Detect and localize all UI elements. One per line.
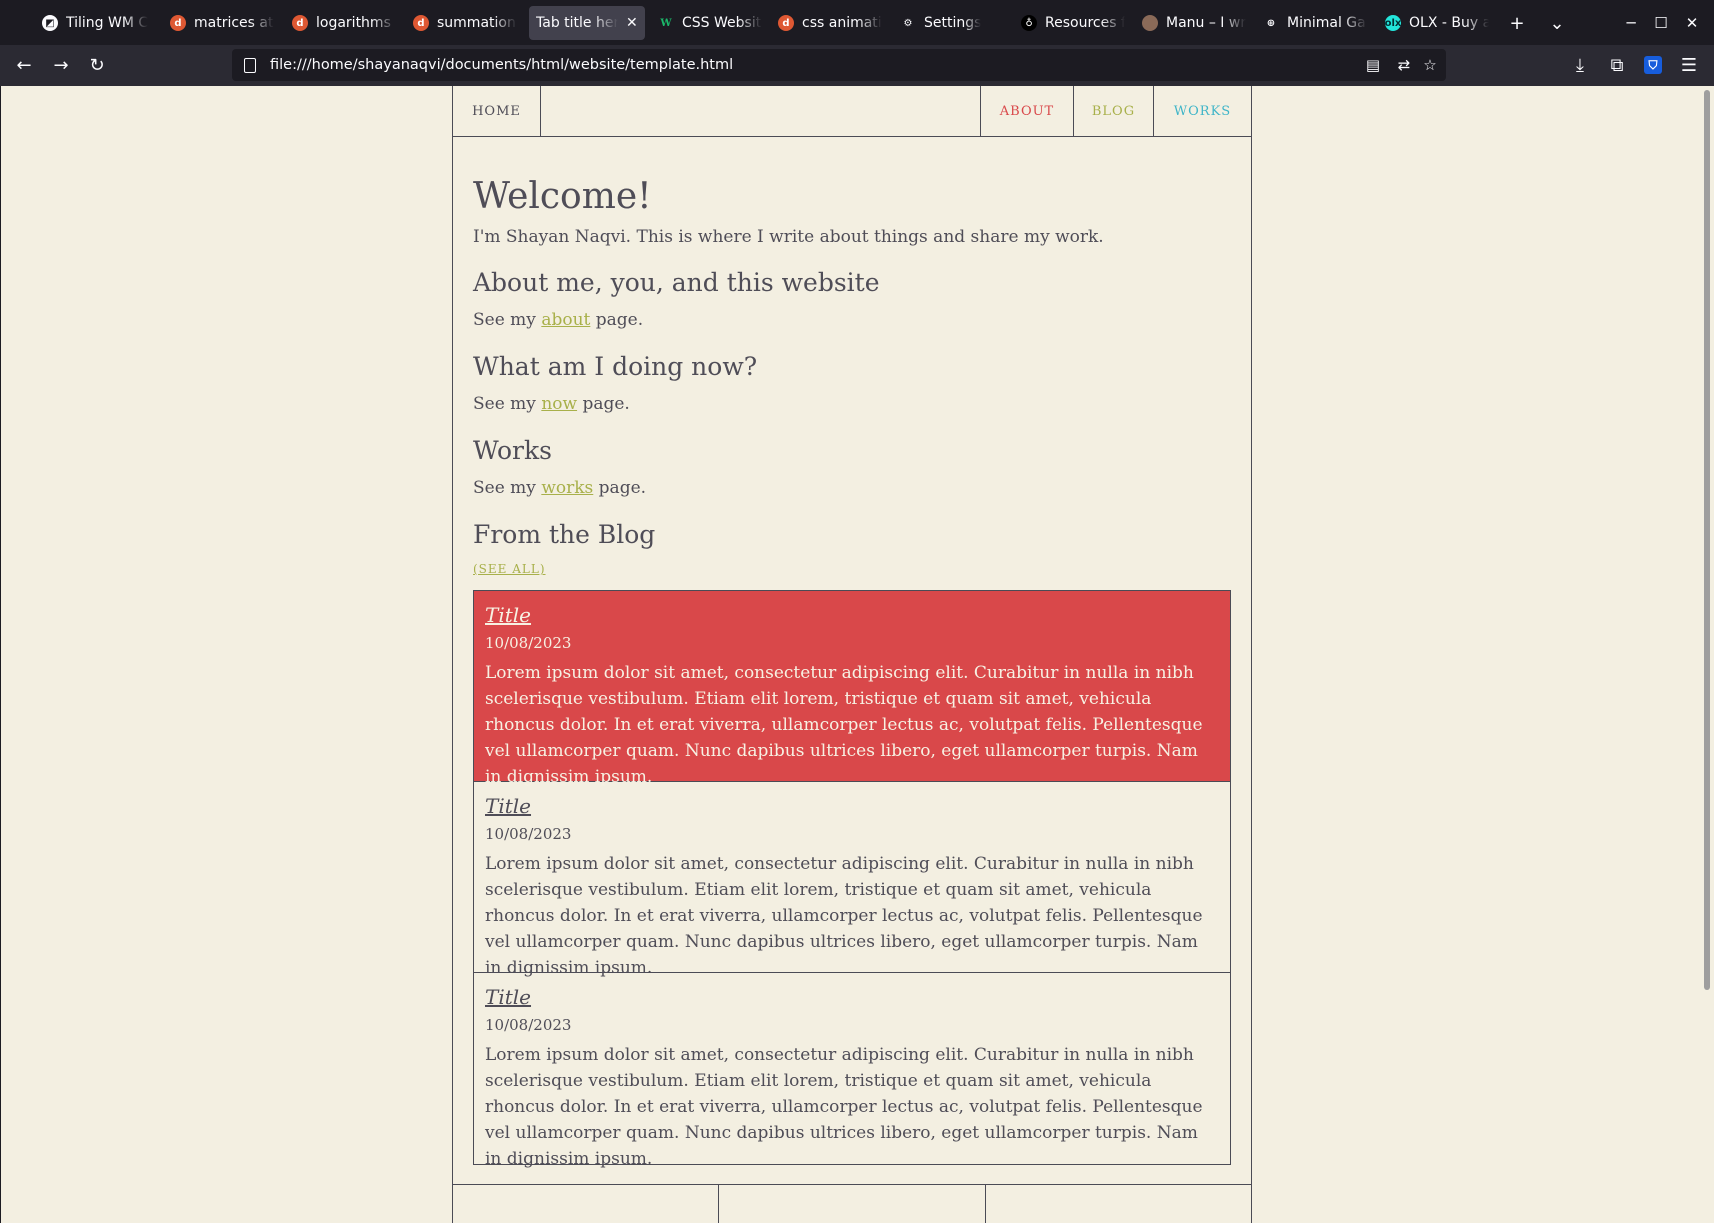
post-date: 10/08/2023 xyxy=(485,1016,572,1034)
nav-blog-link[interactable]: BLOG xyxy=(1074,86,1154,136)
tab-summation[interactable]: d summation a xyxy=(413,6,517,40)
address-bar[interactable]: file:///home/shayanaqvi/documents/html/w… xyxy=(232,49,1446,81)
scrollbar[interactable] xyxy=(1704,90,1710,990)
footer-cell xyxy=(453,1185,719,1223)
post-title-link[interactable]: Title xyxy=(485,985,531,1009)
blog-post: Title 10/08/2023 Lorem ipsum dolor sit a… xyxy=(474,782,1230,978)
post-excerpt: Lorem ipsum dolor sit amet, consectetur … xyxy=(485,854,1203,978)
post-title-link[interactable]: Title xyxy=(485,794,531,818)
browser-tab-bar: ◩ Tiling WM C d matrices at D d logarith… xyxy=(0,0,1714,45)
w-icon: W xyxy=(660,17,672,29)
about-line: See my about page. xyxy=(473,310,644,330)
gear-icon: ⚙ xyxy=(903,17,913,29)
bitwarden-icon[interactable]: ⛉ xyxy=(1637,49,1669,81)
nav-works-link[interactable]: WORKS xyxy=(1154,86,1251,136)
duckduckgo-icon: d xyxy=(413,15,429,31)
tab-resources[interactable]: ♁ Resources fo xyxy=(1021,6,1125,40)
post-date: 10/08/2023 xyxy=(485,825,572,843)
browser-nav-bar: ← → ↻ file:///home/shayanaqvi/documents/… xyxy=(0,45,1714,86)
extensions-icon[interactable]: ⧉ xyxy=(1601,49,1633,81)
now-line: See my now page. xyxy=(473,394,630,414)
now-heading: What am I doing now? xyxy=(473,352,758,381)
nav-about-link[interactable]: ABOUT xyxy=(980,86,1074,136)
reload-button[interactable]: ↻ xyxy=(81,49,113,81)
site-nav: HOME ABOUT BLOG WORKS xyxy=(453,86,1251,137)
about-link[interactable]: about xyxy=(541,310,590,330)
olx-icon: olx xyxy=(1385,15,1401,31)
site-footer xyxy=(453,1184,1251,1223)
site-container: HOME ABOUT BLOG WORKS Welcome! I'm Shaya… xyxy=(452,86,1252,1223)
minimize-window-button[interactable]: ─ xyxy=(1614,6,1648,40)
translate-icon[interactable]: ⇄ xyxy=(1393,54,1415,76)
page-title: Welcome! xyxy=(473,176,652,217)
about-heading: About me, you, and this website xyxy=(473,268,880,297)
menu-icon[interactable]: ☰ xyxy=(1673,49,1705,81)
avatar-icon xyxy=(1142,15,1158,31)
blog-post: Title 10/08/2023 Lorem ipsum dolor sit a… xyxy=(474,973,1230,1169)
tab-css-website[interactable]: W CSS Website xyxy=(658,6,762,40)
works-line: See my works page. xyxy=(473,478,647,498)
close-window-button[interactable]: ✕ xyxy=(1675,6,1709,40)
post-excerpt: Lorem ipsum dolor sit amet, consectetur … xyxy=(485,663,1203,787)
reader-view-icon[interactable]: ▤ xyxy=(1362,54,1384,76)
now-link[interactable]: now xyxy=(541,394,577,414)
tab-manu[interactable]: Manu – I wr xyxy=(1142,6,1246,40)
tab-css-animation[interactable]: d css animation xyxy=(778,6,882,40)
close-tab-icon[interactable]: ✕ xyxy=(626,15,638,31)
works-heading: Works xyxy=(473,436,552,465)
tab-list-chevron-down-icon[interactable]: ⌄ xyxy=(1540,6,1574,40)
page-viewport: HOME ABOUT BLOG WORKS Welcome! I'm Shaya… xyxy=(0,86,1714,1223)
tab-logarithms[interactable]: d logarithms a xyxy=(292,6,396,40)
forward-button[interactable]: → xyxy=(45,49,77,81)
new-tab-button[interactable]: + xyxy=(1500,6,1534,40)
post-excerpt: Lorem ipsum dolor sit amet, consectetur … xyxy=(485,1045,1203,1169)
maximize-window-button[interactable]: ☐ xyxy=(1644,6,1678,40)
tab-settings[interactable]: ⚙ Settings xyxy=(900,6,1000,40)
page-icon xyxy=(244,57,256,73)
blog-heading: From the Blog xyxy=(473,520,656,549)
tab-tiling-wm[interactable]: ◩ Tiling WM C xyxy=(42,6,154,40)
see-all-link[interactable]: (SEE ALL) xyxy=(473,562,546,576)
works-link[interactable]: works xyxy=(541,478,593,498)
post-date: 10/08/2023 xyxy=(485,634,572,652)
downloads-icon[interactable]: ⤓ xyxy=(1564,49,1596,81)
duckduckgo-icon: d xyxy=(292,15,308,31)
nav-home-link[interactable]: HOME xyxy=(453,86,541,136)
intro-text: I'm Shayan Naqvi. This is where I write … xyxy=(473,227,1104,247)
resources-icon: ♁ xyxy=(1021,15,1037,31)
tiling-wm-icon: ◩ xyxy=(42,15,58,31)
duckduckgo-icon: d xyxy=(170,15,186,31)
bookmark-star-icon[interactable]: ☆ xyxy=(1419,54,1441,76)
tab-active-template[interactable]: Tab title here ✕ xyxy=(529,6,645,40)
post-title-link[interactable]: Title xyxy=(485,603,531,627)
blog-post-featured: Title 10/08/2023 Lorem ipsum dolor sit a… xyxy=(474,591,1230,787)
url-text[interactable]: file:///home/shayanaqvi/documents/html/w… xyxy=(270,57,733,73)
blog-post-list: Title 10/08/2023 Lorem ipsum dolor sit a… xyxy=(473,590,1231,1169)
back-button[interactable]: ← xyxy=(8,49,40,81)
globe-icon: ⊕ xyxy=(1266,17,1276,29)
duckduckgo-icon: d xyxy=(778,15,794,31)
tab-matrices[interactable]: d matrices at D xyxy=(170,6,274,40)
footer-cell xyxy=(719,1185,986,1223)
tab-minimal-gallery[interactable]: ⊕ Minimal Gall xyxy=(1263,6,1367,40)
tab-olx[interactable]: olx OLX - Buy a xyxy=(1385,6,1489,40)
